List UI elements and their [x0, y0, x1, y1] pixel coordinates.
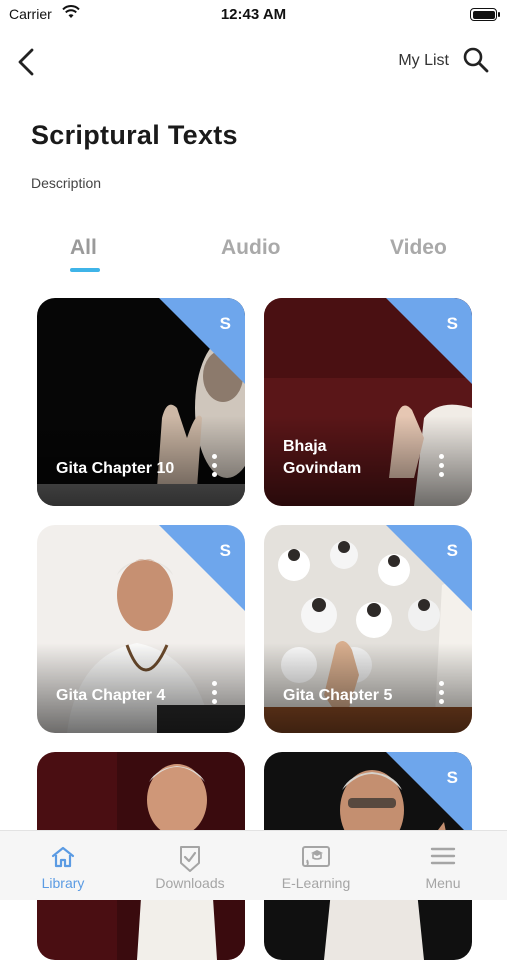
series-badge-letter: S — [446, 314, 458, 333]
clock: 12:43 AM — [220, 6, 287, 23]
tab-audio[interactable]: Audio — [221, 236, 280, 260]
tab-downloads-label: Downloads — [155, 875, 225, 891]
tab-e-learning-label: E-Learning — [281, 875, 351, 891]
my-list-button[interactable]: My List — [398, 52, 449, 70]
search-icon[interactable] — [461, 45, 491, 75]
more-options-icon[interactable] — [436, 681, 446, 709]
hamburger-menu-icon — [430, 845, 456, 872]
battery-icon — [470, 8, 500, 21]
page-title: Scriptural Texts — [31, 120, 238, 150]
series-badge-letter: S — [219, 541, 231, 560]
series-badge — [386, 525, 472, 611]
tab-menu-label: Menu — [425, 875, 461, 891]
series-badge — [159, 298, 245, 384]
series-badge — [386, 752, 472, 838]
content-card[interactable]: S Gita Chapter 10 — [37, 298, 245, 506]
tab-menu[interactable]: Menu — [380, 831, 506, 901]
card-title: Gita Chapter 5 — [283, 687, 393, 704]
active-tab-indicator — [70, 268, 100, 272]
tab-e-learning[interactable]: E-Learning — [253, 831, 379, 901]
home-icon — [50, 845, 76, 874]
card-title: Gita Chapter 10 — [56, 460, 175, 477]
card-title: Bhaja Govindam — [283, 438, 362, 477]
tab-all[interactable]: All — [70, 236, 97, 260]
chevron-left-icon[interactable] — [14, 44, 42, 80]
card-title: Gita Chapter 4 — [56, 687, 166, 704]
page-description: Description — [31, 175, 102, 191]
content-card[interactable]: S Gita Chapter 5 — [264, 525, 472, 733]
series-badge — [159, 525, 245, 611]
series-badge-letter: S — [219, 314, 231, 333]
status-bar: Carrier 12:43 AM — [0, 0, 507, 30]
tab-library[interactable]: Library — [0, 831, 126, 901]
series-badge-letter: S — [446, 768, 458, 787]
navigation-bar: My List — [0, 40, 507, 84]
series-badge-letter: S — [446, 541, 458, 560]
more-options-icon[interactable] — [209, 454, 219, 482]
series-badge — [386, 298, 472, 384]
tab-downloads[interactable]: Downloads — [127, 831, 253, 901]
content-card[interactable]: S Bhaja Govindam — [264, 298, 472, 506]
cast-screen-icon — [301, 845, 331, 876]
more-options-icon[interactable] — [436, 454, 446, 482]
tab-library-label: Library — [41, 875, 85, 891]
tab-video[interactable]: Video — [390, 236, 447, 260]
shield-check-icon — [178, 845, 202, 878]
bottom-tab-bar: Library Downloads E-Learning Menu — [0, 830, 507, 900]
more-options-icon[interactable] — [209, 681, 219, 709]
filter-tabs: All Audio Video — [0, 236, 507, 276]
content-card[interactable]: S Gita Chapter 4 — [37, 525, 245, 733]
